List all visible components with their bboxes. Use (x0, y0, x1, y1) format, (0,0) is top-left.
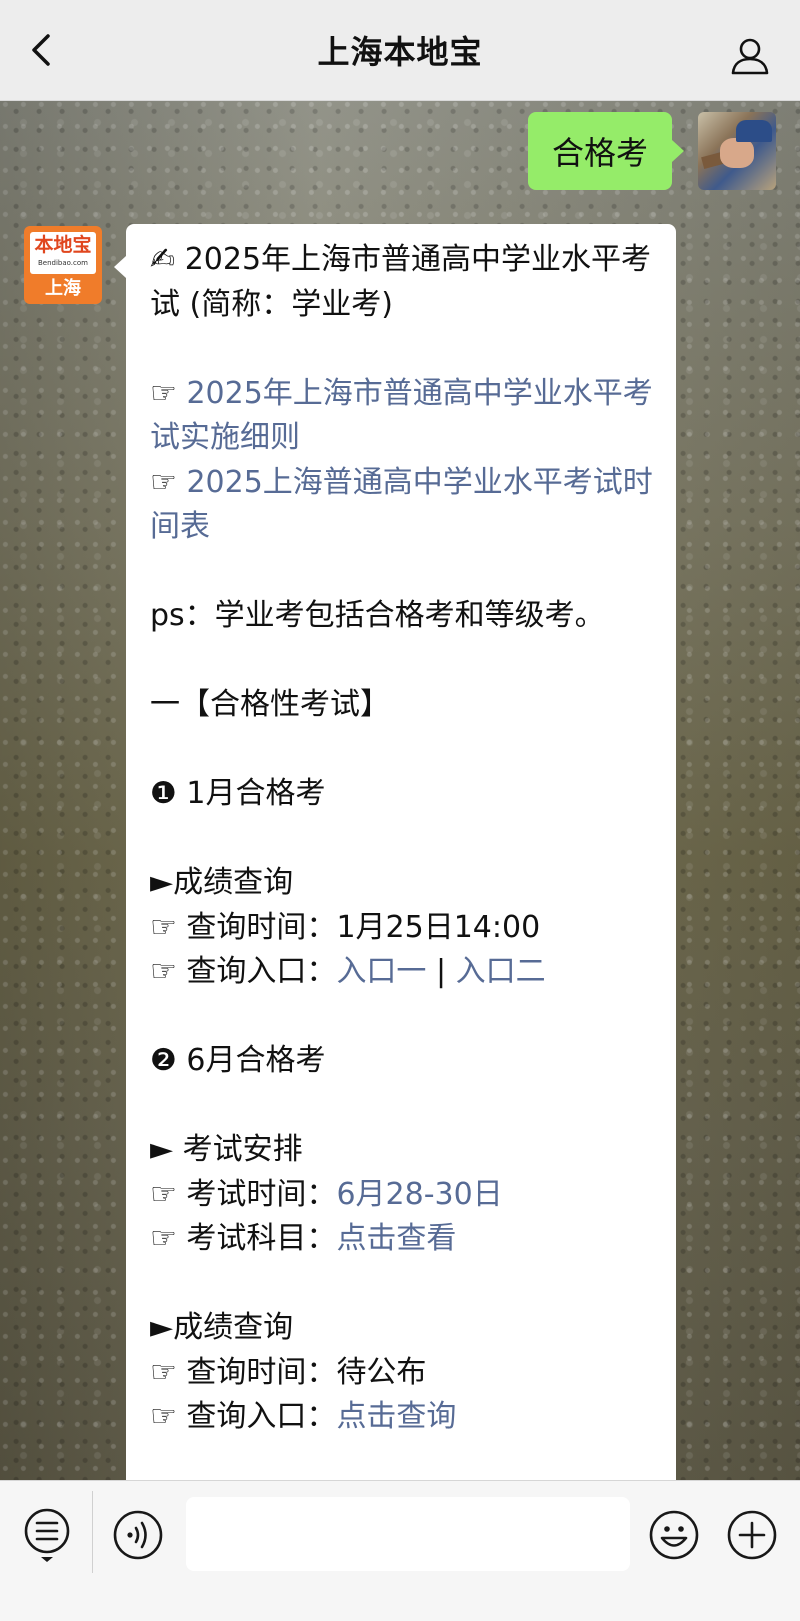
entry-link-2[interactable]: 入口二 (456, 954, 546, 989)
user-avatar[interactable] (698, 112, 776, 190)
note-text: ps：学业考包括合格考和等级考。 (150, 598, 605, 633)
user-icon[interactable] (730, 36, 770, 76)
link-implementation-rules[interactable]: ☞ 2025年上海市普通高中学业水平考试实施细则 (150, 372, 656, 461)
plus-icon[interactable] (726, 1509, 778, 1561)
toolbar-divider (92, 1491, 93, 1573)
entry-link-1[interactable]: 入口一 (336, 954, 426, 989)
chevron-left-icon[interactable] (26, 30, 62, 70)
jan-exam-heading: ❶ 1月合格考 (150, 776, 326, 811)
voice-icon[interactable] (112, 1509, 164, 1561)
link-exam-schedule[interactable]: ☞ 2025上海普通高中学业水平考试时间表 (150, 461, 656, 550)
bot-avatar-city: 上海 (45, 278, 81, 299)
user-message-bubble[interactable]: 合格考 (528, 112, 685, 190)
bot-avatar-url: Bendibao.com (37, 259, 88, 267)
message-input[interactable] (186, 1497, 630, 1571)
jun-results-heading: ►成绩查询 (150, 1310, 294, 1345)
jun-query-time: ☞ 查询时间：待公布 (150, 1354, 427, 1390)
jun-exam-subjects: ☞ 考试科目：点击查看 (150, 1221, 457, 1256)
jun-query-entry: ☞ 查询入口：点击查询 (150, 1399, 457, 1434)
jan-query-entry: ☞ 查询入口：入口一 | 入口二 (150, 954, 546, 989)
jun-exam-heading: ❷ 6月合格考 (150, 1043, 326, 1078)
exam-time-link[interactable]: 6月28-30日 (336, 1177, 502, 1212)
bot-avatar[interactable]: 本地宝 Bendibao.com 上海 (24, 226, 102, 304)
user-message-text: 合格考 (552, 134, 649, 172)
writing-hand-icon: ✍ (150, 242, 176, 277)
jan-query-time: ☞ 查询时间：1月25日14:00 (150, 909, 541, 945)
nav-bar: 上海本地宝 (0, 0, 800, 101)
bot-message-bubble: ✍ 2025年上海市普通高中学业水平考试 (简称：学业考) ☞ 2025年上海市… (114, 224, 676, 1480)
input-toolbar (0, 1480, 800, 1621)
query-link[interactable]: 点击查询 (336, 1399, 456, 1434)
jan-results-heading: ►成绩查询 (150, 865, 294, 900)
subjects-link[interactable]: 点击查看 (336, 1221, 456, 1256)
page-title: 上海本地宝 (317, 33, 483, 71)
message-title: ✍ 2025年上海市普通高中学业水平考试 (简称：学业考) (150, 242, 652, 322)
jun-exam-time: ☞ 考试时间：6月28-30日 (150, 1176, 503, 1212)
bot-avatar-logo: 本地宝 (34, 234, 92, 256)
emoji-icon[interactable] (648, 1509, 700, 1561)
jun-arrangement-heading: ► 考试安排 (150, 1132, 303, 1167)
section-heading: 一【合格性考试】 (150, 687, 390, 722)
pointing-hand-icon: ☞ (150, 375, 177, 411)
menu-icon[interactable] (22, 1507, 72, 1563)
pointing-hand-icon: ☞ (150, 464, 177, 500)
